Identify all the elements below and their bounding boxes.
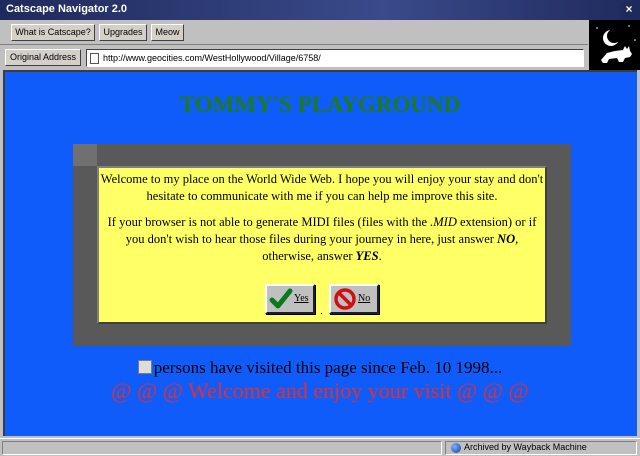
close-button[interactable]: ×	[621, 2, 637, 17]
yes-button-label: Yes	[294, 293, 309, 304]
no-button[interactable]: No	[329, 284, 379, 314]
page-title: TOMMY'S PLAYGROUND	[179, 92, 461, 117]
message-frame: Welcome to my place on the World Wide We…	[73, 144, 571, 346]
globe-icon	[451, 443, 461, 453]
welcome-message: Welcome to my place on the World Wide We…	[99, 171, 545, 205]
toolbar: What is Catscape? Upgrades Meow	[0, 20, 588, 45]
window-title: Catscape Navigator 2.0	[6, 3, 128, 15]
address-url: http://www.geocities.com/WestHollywood/V…	[103, 53, 321, 63]
what-is-catscape-button[interactable]: What is Catscape?	[11, 24, 95, 41]
no-button-label: No	[358, 293, 371, 304]
catscape-logo	[589, 20, 640, 70]
meow-button[interactable]: Meow	[151, 24, 184, 41]
midi-text-a: If your browser is not able to generate …	[107, 215, 431, 229]
broken-image-icon	[137, 360, 152, 374]
welcome-banner: @ @ @ Welcome and enjoy your visit @ @ @	[111, 378, 529, 403]
yes-button[interactable]: Yes	[265, 284, 315, 314]
midi-no: NO	[497, 232, 516, 246]
midi-paragraph: If your browser is not able to generate …	[99, 214, 545, 265]
welcome-paragraph: Welcome to my place on the World Wide We…	[100, 172, 544, 203]
cat-moon-icon	[589, 20, 640, 70]
page-icon	[90, 53, 99, 64]
midi-yes: YES	[355, 249, 379, 263]
message-box: Welcome to my place on the World Wide We…	[97, 166, 547, 324]
midi-text-d: .	[378, 249, 382, 263]
frame-bevel	[73, 144, 97, 166]
no-entry-icon	[334, 288, 356, 310]
status-bar: Archived by Wayback Machine	[0, 438, 640, 456]
separator-dot: .	[320, 306, 323, 317]
upgrades-button[interactable]: Upgrades	[99, 24, 147, 41]
original-address-label[interactable]: Original Address	[5, 49, 81, 66]
midi-message: If your browser is not able to generate …	[99, 214, 545, 265]
browser-window: Catscape Navigator 2.0 × What is Catscap…	[0, 0, 640, 456]
visitor-text: persons have visited this page since Feb…	[153, 358, 503, 377]
midi-ext: .MID	[430, 215, 457, 229]
checkmark-icon	[269, 288, 293, 309]
title-bar[interactable]: Catscape Navigator 2.0 ×	[0, 0, 640, 20]
address-bar: Original Address http://www.geocities.co…	[0, 45, 588, 70]
address-field[interactable]: http://www.geocities.com/WestHollywood/V…	[86, 49, 584, 67]
visitor-counter-line: persons have visited this page since Feb…	[5, 358, 635, 378]
page-content: TOMMY'S PLAYGROUND Welcome to my place o…	[3, 70, 637, 436]
status-cell-left	[2, 441, 442, 455]
status-text: Archived by Wayback Machine	[464, 442, 587, 452]
